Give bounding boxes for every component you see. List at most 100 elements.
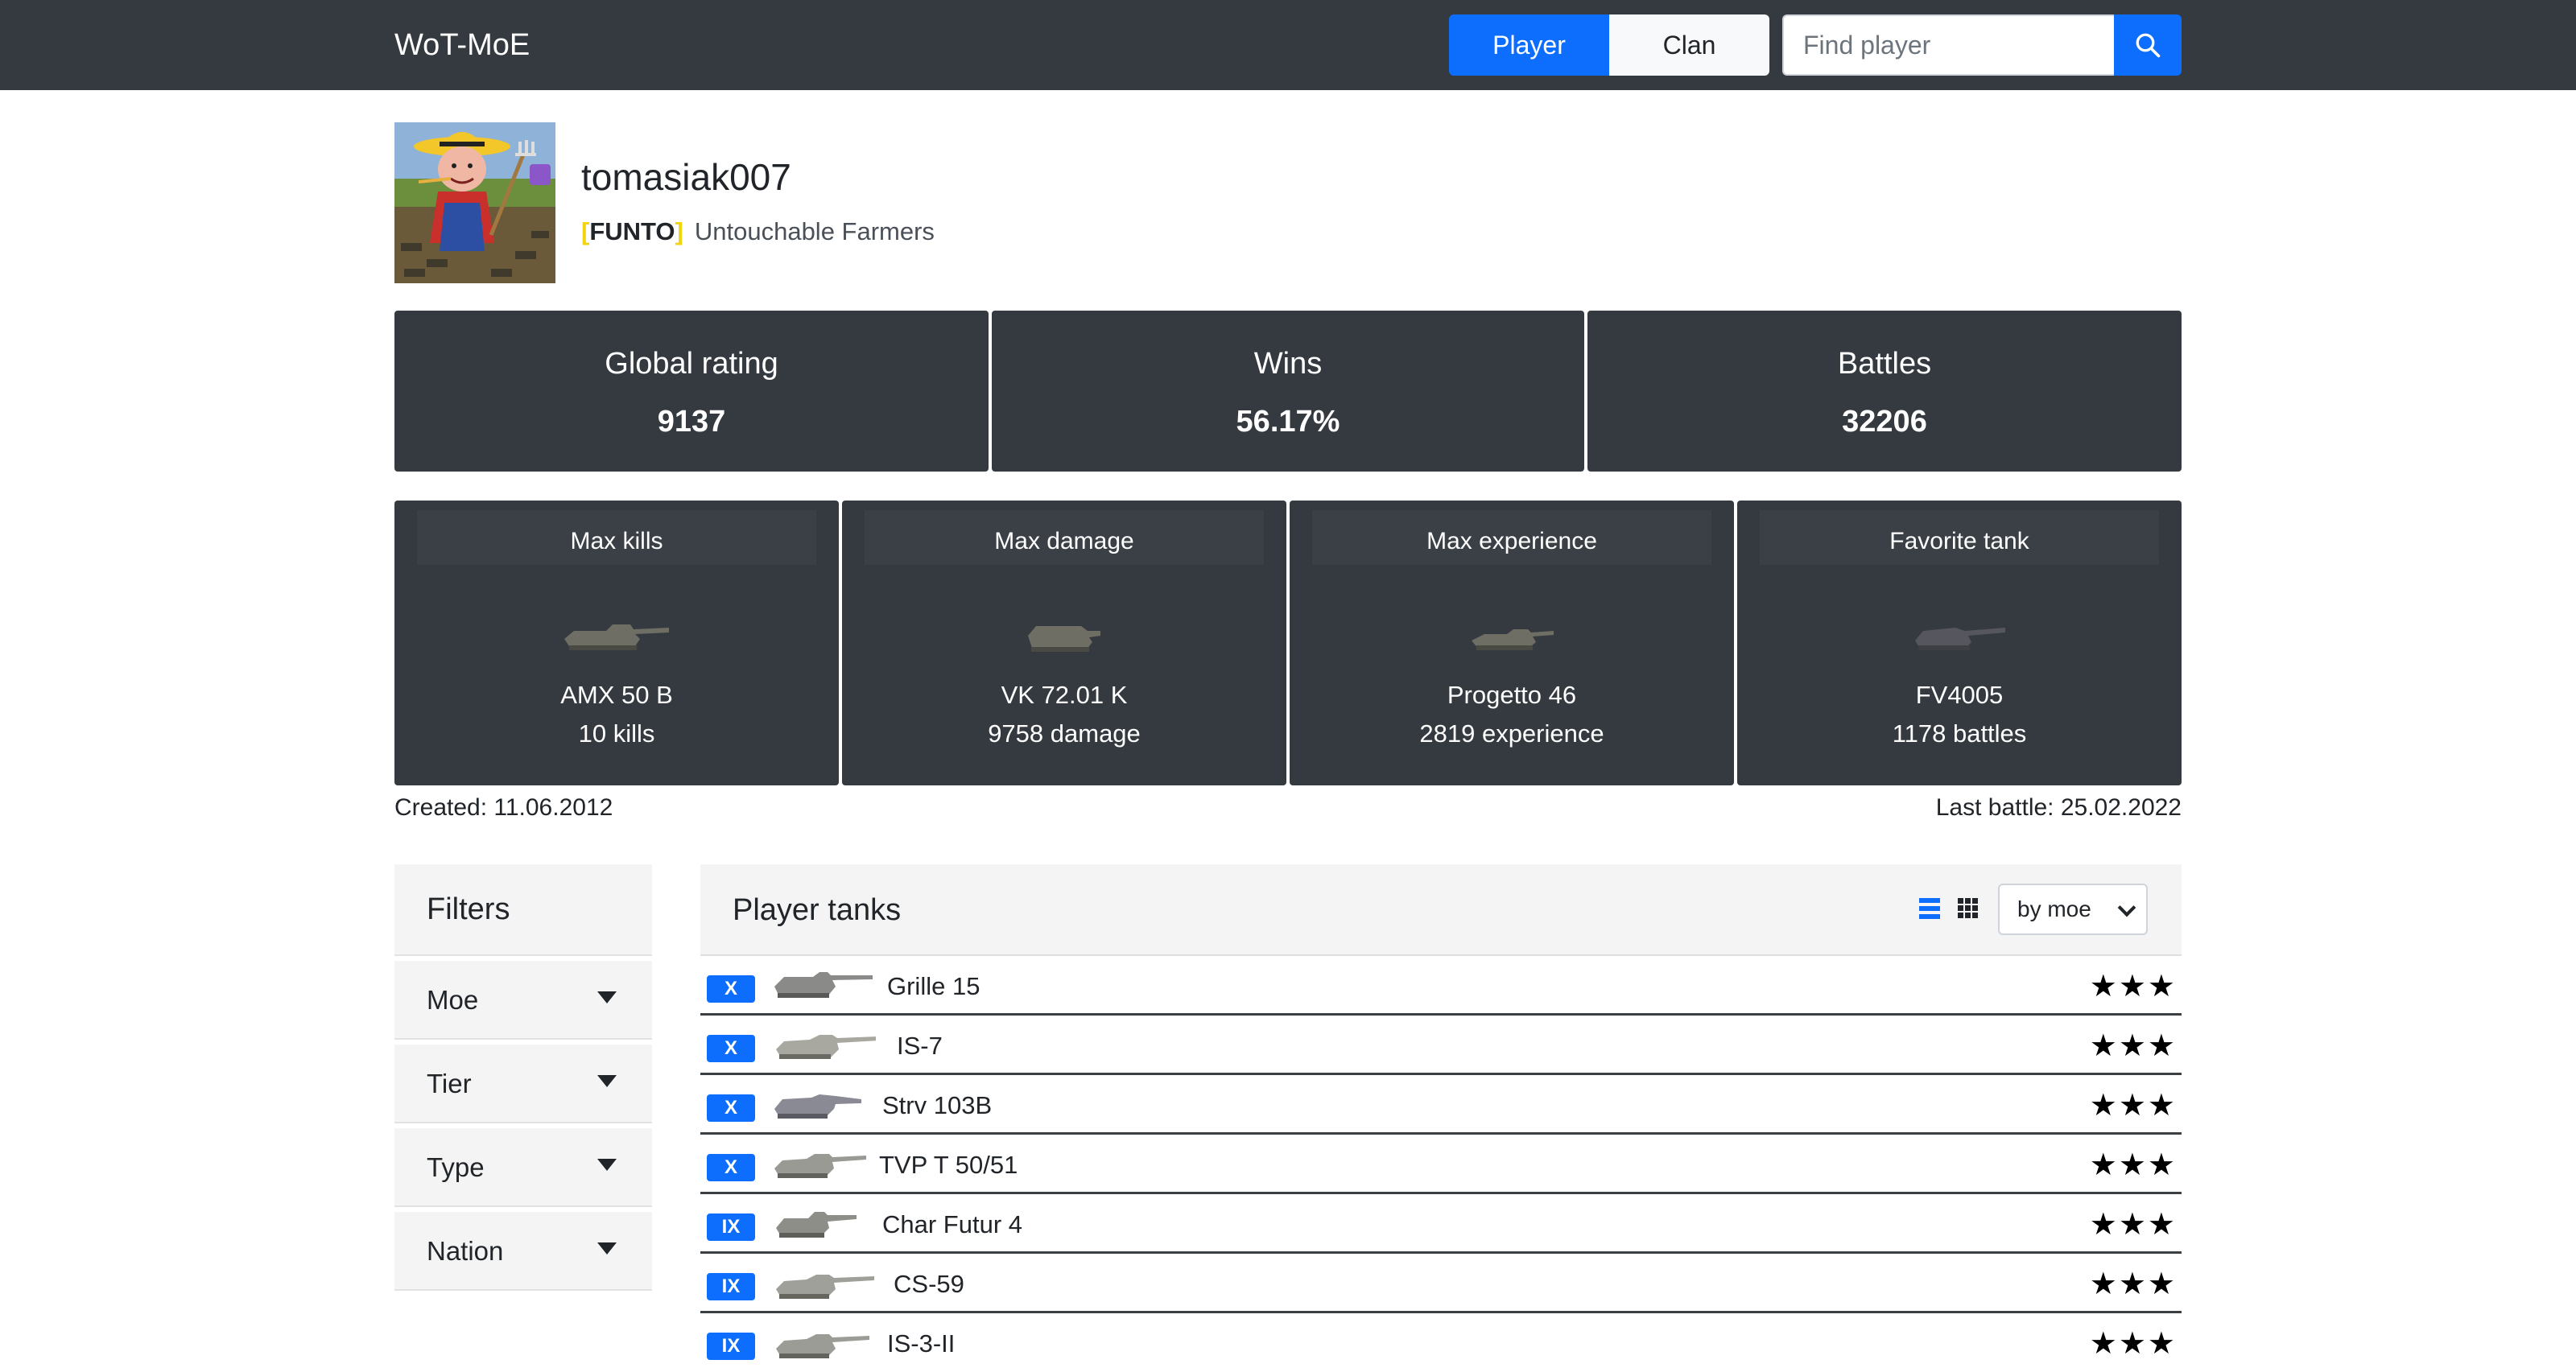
- tank-icon: [776, 1212, 857, 1238]
- moe-stars: ★★★: [2089, 1327, 2177, 1361]
- brand-logo[interactable]: WoT-MoE: [394, 26, 530, 64]
- tier-badge: IX: [707, 1333, 755, 1360]
- filters-panel: Filters Moe Tier Type Nation: [394, 864, 652, 1291]
- sort-select[interactable]: by moe: [1998, 884, 2148, 935]
- caret-down-icon: [597, 1242, 617, 1255]
- record-tank-name: FV4005: [1915, 681, 2004, 709]
- record-title: Favorite tank: [1760, 510, 2159, 565]
- tank-icon: [394, 602, 839, 666]
- stat-card-wins: Wins 56.17%: [992, 311, 1584, 472]
- record-card-max-kills: Max kills AMX 50 B 10 kills: [394, 501, 839, 785]
- clan-bracket-right: ]: [675, 217, 683, 245]
- chevron-down-icon: [2117, 898, 2136, 917]
- last-battle-date: Last battle: 25.02.2022: [1935, 794, 2182, 821]
- tank-icon: [1290, 602, 1734, 666]
- record-value: 1178 battles: [1892, 719, 2027, 748]
- record-value: 10 kills: [578, 719, 655, 748]
- tank-row[interactable]: X TVP T 50/51 ★★★: [700, 1135, 2182, 1194]
- navbar: WoT-MoE Player Clan: [0, 0, 2576, 90]
- player-clan[interactable]: [FUNTO] Untouchable Farmers: [581, 216, 935, 248]
- record-title: Max kills: [417, 510, 816, 565]
- record-card-max-experience: Max experience Progetto 46 2819 experien…: [1290, 501, 1734, 785]
- tank-name: IS-7: [897, 1032, 943, 1060]
- caret-down-icon: [597, 1159, 617, 1171]
- record-value: 2819 experience: [1419, 719, 1604, 748]
- stat-value: 9137: [657, 405, 726, 439]
- tank-name: IS-3-II: [887, 1329, 956, 1358]
- tank-icon: [774, 972, 873, 998]
- tank-row[interactable]: IX CS-59 ★★★: [700, 1254, 2182, 1313]
- filter-type[interactable]: Type: [394, 1128, 652, 1207]
- record-tank-name: VK 72.01 K: [1001, 681, 1128, 709]
- player-tanks-panel: Player tanks by moe X Grille 15 ★★★ X IS…: [700, 864, 2182, 1368]
- player-username: tomasiak007: [581, 156, 791, 198]
- stat-title: Wins: [1253, 347, 1323, 381]
- tank-icon: [774, 1094, 861, 1119]
- record-tank-name: AMX 50 B: [560, 681, 673, 709]
- tank-row[interactable]: X Grille 15 ★★★: [700, 956, 2182, 1016]
- filter-label: Tier: [427, 1069, 472, 1098]
- moe-stars: ★★★: [2089, 1267, 2177, 1301]
- clan-bracket-left: [: [581, 217, 590, 245]
- avatar: [394, 122, 555, 283]
- filter-label: Type: [427, 1152, 485, 1182]
- moe-stars: ★★★: [2089, 1089, 2177, 1123]
- stat-card-global-rating: Global rating 9137: [394, 311, 989, 472]
- filter-label: Nation: [427, 1236, 504, 1266]
- tank-row[interactable]: X IS-7 ★★★: [700, 1016, 2182, 1075]
- tank-name: CS-59: [894, 1270, 964, 1298]
- tank-icon: [776, 1035, 876, 1059]
- tank-name: TVP T 50/51: [879, 1151, 1018, 1179]
- tier-badge: IX: [707, 1273, 755, 1300]
- sort-select-value: by moe: [2017, 896, 2091, 921]
- clan-name[interactable]: Untouchable Farmers: [695, 217, 935, 245]
- tier-badge: X: [707, 1035, 755, 1062]
- tank-row[interactable]: IX Char Futur 4 ★★★: [700, 1194, 2182, 1254]
- search-icon: [2136, 33, 2161, 58]
- filter-nation[interactable]: Nation: [394, 1212, 652, 1291]
- tank-name: Strv 103B: [882, 1091, 993, 1119]
- tank-row[interactable]: IX IS-3-II ★★★: [700, 1313, 2182, 1368]
- tank-icon: [776, 1334, 869, 1358]
- filter-moe[interactable]: Moe: [394, 961, 652, 1040]
- filters-title: Filters: [394, 864, 652, 956]
- grid-view-icon[interactable]: [1955, 895, 1982, 922]
- filter-tier[interactable]: Tier: [394, 1045, 652, 1123]
- search-input[interactable]: [1782, 14, 2114, 76]
- tank-icon: [842, 602, 1286, 666]
- stat-value: 32206: [1842, 405, 1927, 439]
- record-title: Max damage: [865, 510, 1264, 565]
- record-value: 9758 damage: [988, 719, 1141, 748]
- tank-icon: [776, 1275, 874, 1299]
- moe-stars: ★★★: [2089, 1029, 2177, 1063]
- tab-clan[interactable]: Clan: [1609, 14, 1769, 76]
- moe-stars: ★★★: [2089, 1208, 2177, 1242]
- record-title: Max experience: [1312, 510, 1711, 565]
- tank-name: Grille 15: [887, 972, 980, 1000]
- record-card-max-damage: Max damage VK 72.01 K 9758 damage: [842, 501, 1286, 785]
- created-date: Created: 11.06.2012: [394, 794, 613, 821]
- tab-player[interactable]: Player: [1449, 14, 1609, 76]
- tier-badge: X: [707, 1154, 755, 1181]
- stat-title: Battles: [1837, 347, 1932, 381]
- player-tanks-title: Player tanks: [733, 893, 902, 927]
- tier-badge: X: [707, 1094, 755, 1122]
- filter-label: Moe: [427, 985, 479, 1015]
- caret-down-icon: [597, 1075, 617, 1087]
- moe-stars: ★★★: [2089, 1148, 2177, 1182]
- stat-title: Global rating: [605, 347, 778, 381]
- tank-row[interactable]: X Strv 103B ★★★: [700, 1075, 2182, 1135]
- search-button[interactable]: [2114, 14, 2182, 76]
- tier-badge: X: [707, 975, 755, 1003]
- tank-icon: [1737, 602, 2182, 666]
- tank-icon: [774, 1154, 866, 1178]
- record-card-favorite-tank: Favorite tank FV4005 1178 battles: [1737, 501, 2182, 785]
- tank-name: Char Futur 4: [882, 1210, 1023, 1238]
- stat-value: 56.17%: [1236, 405, 1340, 439]
- stat-card-battles: Battles 32206: [1587, 311, 2182, 472]
- player-tanks-header: Player tanks by moe: [700, 864, 2182, 956]
- list-view-icon[interactable]: [1916, 895, 1943, 922]
- caret-down-icon: [597, 991, 617, 1003]
- tier-badge: IX: [707, 1213, 755, 1241]
- clan-tag[interactable]: FUNTO: [589, 217, 675, 245]
